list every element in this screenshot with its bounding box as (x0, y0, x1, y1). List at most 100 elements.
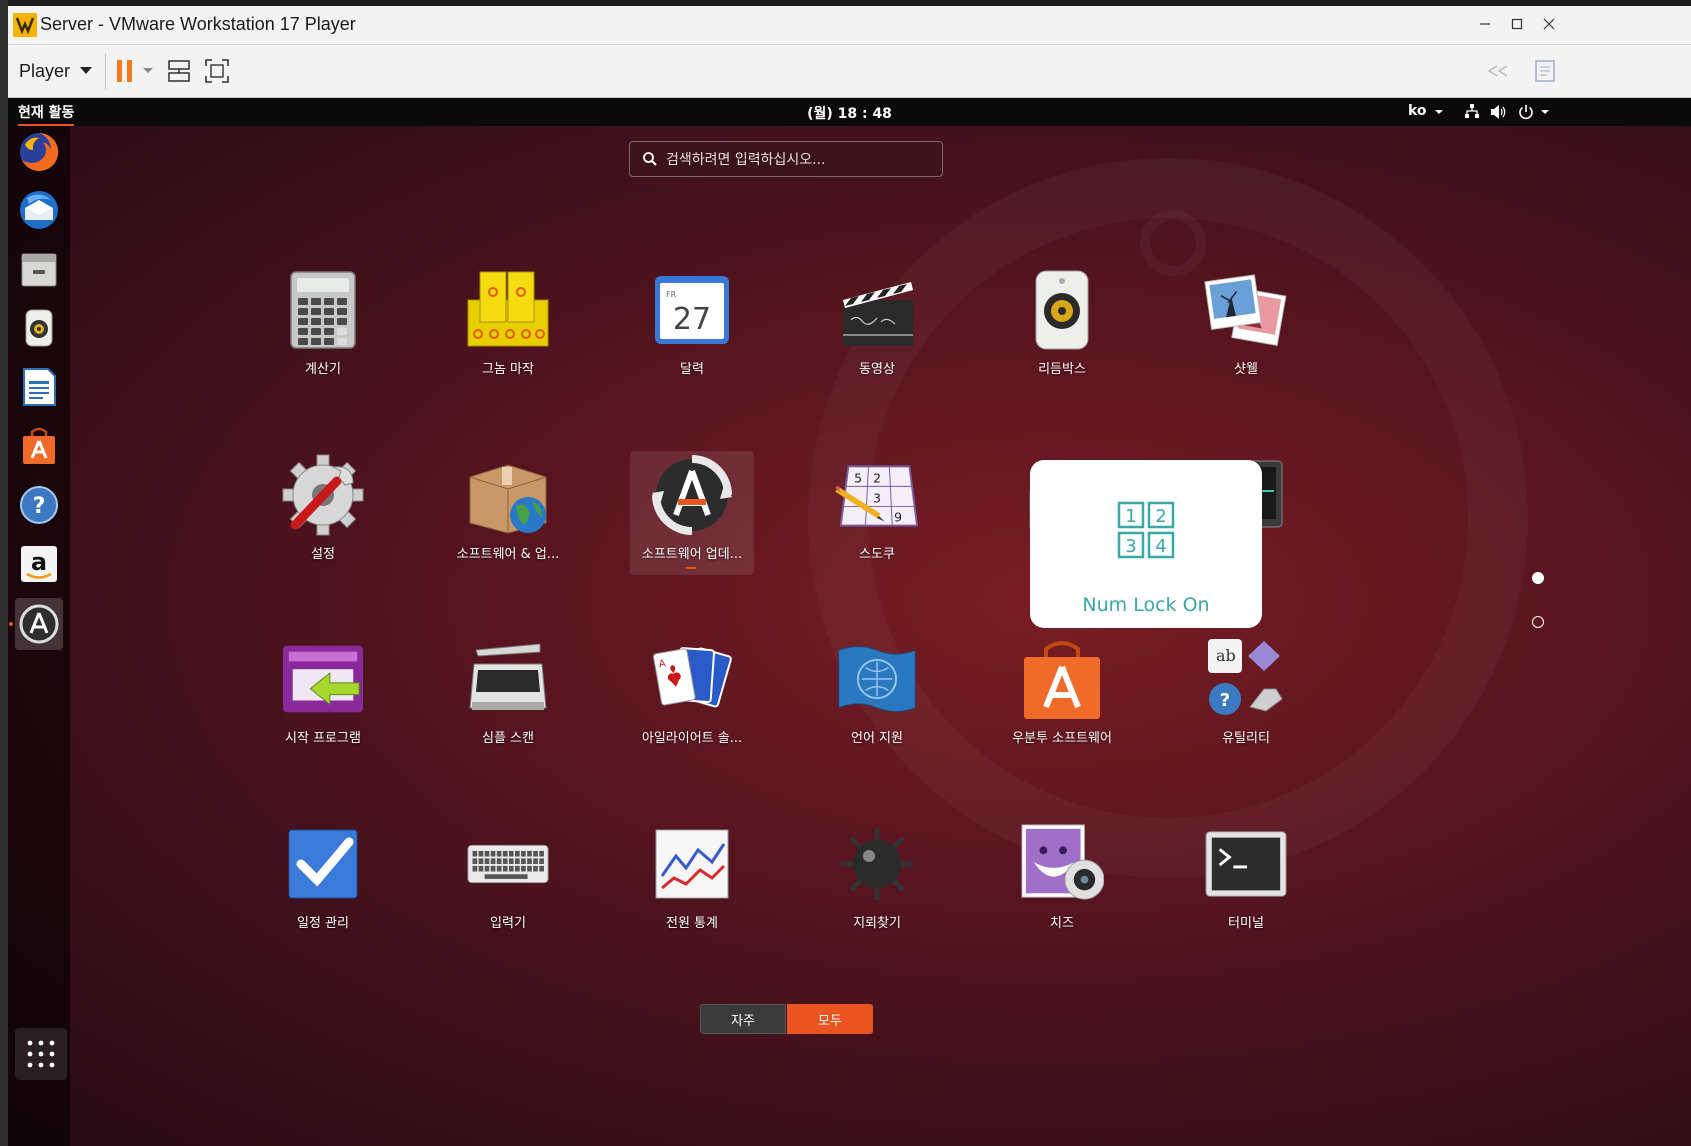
page-indicator-1[interactable] (1532, 572, 1544, 584)
page-indicator-2[interactable] (1532, 616, 1544, 628)
app-label: 소프트웨어 & 업... (456, 547, 560, 562)
clapperboard-icon (835, 268, 919, 352)
volume-icon[interactable] (1490, 103, 1508, 121)
amazon-icon: a (21, 546, 57, 582)
app-label: 시작 프로그램 (285, 731, 361, 746)
app-tile[interactable]: A 아일라이어트 솔... (630, 635, 754, 759)
close-button[interactable] (1534, 12, 1564, 36)
app-tile[interactable]: 그놈 마작 (446, 266, 570, 390)
dock-item-rhythmbox[interactable] (15, 302, 63, 354)
app-tile[interactable]: FR 27 달력 (630, 266, 754, 390)
app-label: 치즈 (1050, 916, 1074, 931)
app-label: 소프트웨어 업데... (641, 547, 743, 562)
chevron-down-icon[interactable] (1540, 103, 1550, 121)
network-computer-icon (168, 60, 190, 82)
vmware-logo-icon (13, 13, 37, 37)
network-icon[interactable] (1464, 103, 1480, 121)
app-tile[interactable]: 동영상 (815, 266, 939, 390)
dock-item-amazon[interactable]: a (15, 538, 63, 590)
file-cabinet-icon (21, 253, 57, 287)
vmware-window: Server - VMware Workstation 17 Player Pl… (8, 6, 1691, 1146)
minimize-button[interactable] (1470, 12, 1500, 36)
dock-item-software-updater[interactable] (15, 598, 63, 650)
app-label: 지뢰찾기 (853, 916, 901, 931)
app-label: 그놈 마작 (482, 362, 534, 377)
frequent-apps-button[interactable]: 자주 (700, 1004, 786, 1034)
all-apps-button[interactable]: 모두 (787, 1004, 873, 1034)
pause-button[interactable] (112, 53, 138, 89)
photos-icon (1204, 268, 1288, 352)
search-icon (643, 152, 657, 166)
app-label: 심플 스캔 (482, 731, 534, 746)
app-tile[interactable]: 설정 (261, 451, 385, 575)
app-tile[interactable]: 터미널 (1184, 820, 1308, 944)
maximize-button[interactable] (1502, 12, 1532, 36)
top-bar: 현재 활동 (월) 18 : 48 ko (8, 98, 1691, 126)
ubuntu-software-icon (1020, 637, 1104, 721)
power-icon[interactable] (1518, 103, 1534, 121)
app-tile[interactable]: 우분투 소프트웨어 (1000, 635, 1124, 759)
message-log-button[interactable] (1531, 53, 1559, 89)
svg-text:3: 3 (873, 491, 881, 506)
chevron-down-icon[interactable] (80, 67, 92, 75)
app-label: 유틸리티 (1222, 731, 1270, 746)
dock-item-ubuntu-software[interactable] (15, 420, 63, 472)
fullscreen-button[interactable] (202, 53, 232, 89)
app-tile[interactable]: 언어 지원 (815, 635, 939, 759)
svg-text:ab: ab (1216, 646, 1236, 665)
dock-item-libreoffice-writer[interactable] (15, 361, 63, 413)
calendar-icon: FR 27 (650, 268, 734, 352)
app-tile[interactable]: 심플 스캔 (446, 635, 570, 759)
app-tile[interactable]: 지뢰찾기 (815, 820, 939, 944)
app-label: 계산기 (305, 362, 341, 377)
app-tile[interactable]: 소프트웨어 업데... (630, 451, 754, 575)
app-tile[interactable]: 5 2 3 9 스도쿠 (815, 451, 939, 575)
calculator-icon (281, 268, 365, 352)
mine-icon (835, 822, 919, 906)
software-updater-icon (650, 453, 734, 537)
close-icon (1543, 18, 1555, 30)
send-ctrl-alt-del-button[interactable] (164, 53, 194, 89)
app-tile[interactable]: 전원 통계 (630, 820, 754, 944)
mahjongg-icon (466, 268, 550, 352)
app-label: 전원 통계 (666, 916, 718, 931)
shopping-bag-icon (23, 427, 55, 464)
window-title: Server - VMware Workstation 17 Player (40, 14, 356, 34)
vmware-toolbar: Player (8, 45, 1691, 98)
player-menu[interactable]: Player (19, 61, 70, 82)
input-language-indicator[interactable]: ko (1408, 103, 1427, 119)
cards-icon: A (650, 637, 734, 721)
terminal-icon (1204, 822, 1288, 906)
help-icon: ? (20, 486, 58, 524)
app-tile[interactable]: 일정 관리 (261, 820, 385, 944)
app-tile[interactable]: 리듬박스 (1000, 266, 1124, 390)
app-grid-icon (27, 1040, 55, 1068)
speaker-icon (25, 309, 53, 347)
fullscreen-icon (205, 59, 229, 83)
keyboard-icon (466, 822, 550, 906)
app-tile[interactable]: 샷웰 (1184, 266, 1308, 390)
app-tile[interactable]: 소프트웨어 & 업... (446, 451, 570, 575)
svg-text:?: ? (1220, 690, 1230, 711)
toolbar-divider (105, 53, 106, 89)
search-box[interactable] (629, 141, 943, 177)
svg-text:?: ? (33, 494, 46, 519)
power-stats-icon (650, 822, 734, 906)
unity-collapse-button[interactable] (1484, 53, 1512, 89)
app-tile[interactable]: 계산기 (261, 266, 385, 390)
dock-item-files[interactable] (15, 243, 63, 295)
show-applications-button[interactable] (15, 1028, 67, 1080)
dock-item-thunderbird[interactable] (15, 184, 63, 236)
app-tile[interactable]: ab? 유틸리티 (1184, 635, 1308, 759)
osd-digit: 4 (1155, 536, 1166, 557)
dock-item-firefox[interactable] (15, 126, 63, 178)
package-globe-icon (466, 453, 550, 537)
sudoku-icon: 52 39 (835, 453, 919, 537)
double-chevron-left-icon (1487, 65, 1508, 77)
search-input[interactable] (664, 146, 938, 174)
app-tile[interactable]: 시작 프로그램 (261, 635, 385, 759)
app-tile[interactable]: 치즈 (1000, 820, 1124, 944)
dock-item-help[interactable]: ? (15, 479, 63, 531)
app-tile[interactable]: 입력기 (446, 820, 570, 944)
pause-dropdown[interactable] (140, 53, 156, 89)
